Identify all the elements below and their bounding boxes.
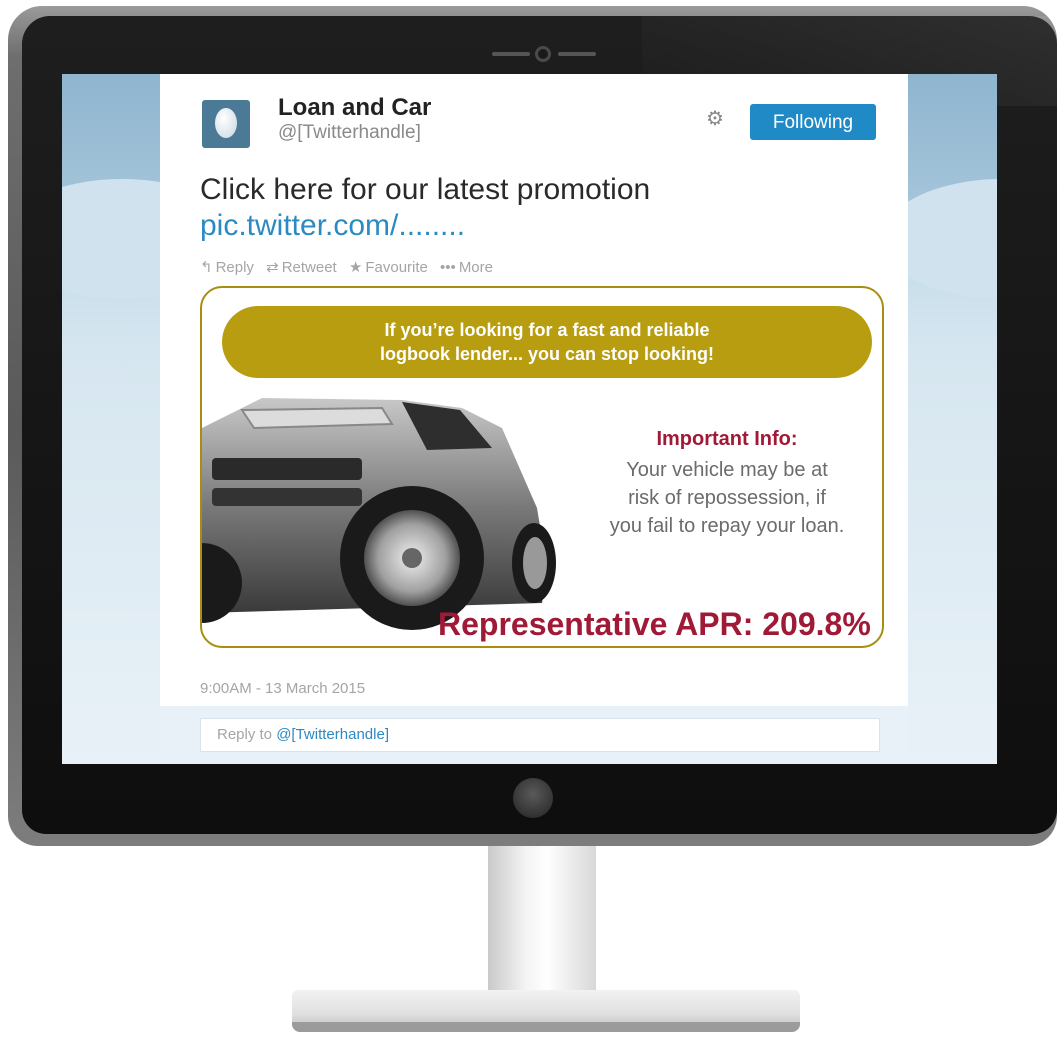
monitor-stand-neck: [488, 846, 596, 1006]
tweet-link[interactable]: pic.twitter.com/........: [200, 208, 465, 244]
reply-input[interactable]: Reply to @[Twitterhandle]: [200, 718, 880, 752]
retweet-icon: ⇄: [266, 259, 279, 276]
retweet-action[interactable]: ⇄ Retweet: [266, 259, 337, 276]
tweet-actions: ↰ Reply ⇄ Retweet ★ Favourite ••• More: [200, 258, 501, 276]
power-button[interactable]: [513, 778, 553, 818]
favourite-action[interactable]: ★ Favourite: [349, 259, 428, 276]
info-title: Important Info:: [656, 428, 798, 450]
avatar[interactable]: [202, 100, 250, 148]
banner-line-1: If you’re looking for a fast and reliabl…: [384, 320, 710, 340]
reply-label: Reply: [215, 259, 254, 276]
info-body: Your vehicle may be at risk of repossess…: [582, 456, 872, 540]
banner-line-2: logbook lender... you can stop looking!: [379, 344, 715, 364]
reply-prefix: Reply to: [217, 726, 273, 743]
retweet-label: Retweet: [281, 259, 337, 276]
tweet-text: Click here for our latest promotion: [200, 173, 651, 206]
tweet-card: Loan and Car @[Twitterhandle] ⚙ Followin…: [160, 74, 908, 764]
info-line-1: Your vehicle may be at: [626, 459, 828, 481]
more-dots-icon: •••: [440, 259, 456, 276]
reply-action[interactable]: ↰ Reply: [200, 259, 254, 276]
info-line-2: risk of repossession, if: [628, 487, 826, 509]
info-line-3: you fail to repay your loan.: [609, 515, 845, 537]
promo-banner: If you’re looking for a fast and reliabl…: [222, 306, 872, 378]
user-handle[interactable]: @[Twitterhandle]: [278, 122, 421, 144]
star-icon: ★: [348, 259, 363, 276]
tweet-timestamp[interactable]: 9:00AM - 13 March 2015: [200, 680, 365, 697]
webcam: [492, 44, 596, 64]
egg-avatar-icon: [215, 108, 237, 138]
more-action[interactable]: ••• More: [440, 259, 493, 276]
promotion-image[interactable]: If you’re looking for a fast and reliabl…: [200, 286, 884, 648]
gear-icon[interactable]: ⚙: [706, 109, 726, 129]
reply-icon: ↰: [200, 259, 213, 276]
car-image: [202, 398, 556, 630]
following-button[interactable]: Following: [750, 104, 876, 140]
reply-handle: @[Twitterhandle]: [276, 726, 389, 743]
monitor-stand-base-edge: [292, 1022, 800, 1032]
display-name[interactable]: Loan and Car: [278, 94, 431, 122]
representative-apr: Representative APR: 209.8%: [438, 606, 871, 642]
favourite-label: Favourite: [365, 259, 428, 276]
more-label: More: [458, 259, 493, 276]
screen: Loan and Car @[Twitterhandle] ⚙ Followin…: [62, 74, 997, 764]
reply-area: Reply to @[Twitterhandle]: [160, 706, 908, 764]
